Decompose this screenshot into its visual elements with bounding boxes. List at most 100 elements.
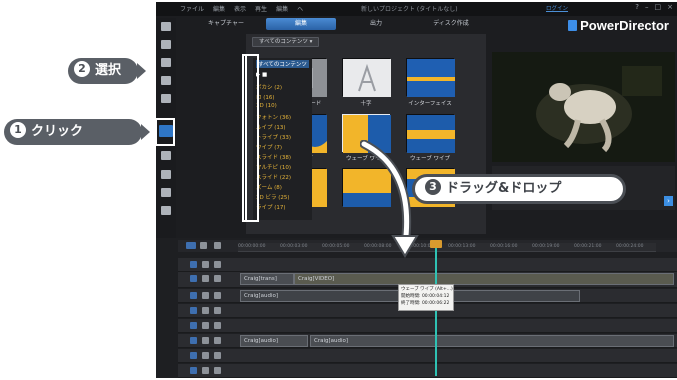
audio-mixing-room-icon[interactable] (161, 151, 171, 160)
tab-edit[interactable]: 編集 (266, 18, 336, 30)
title-room-icon[interactable] (161, 94, 171, 103)
transition-thumb-2[interactable] (342, 58, 391, 97)
menu-bar: ファイル 編集 表示 再生 編集 ヘ (180, 4, 303, 13)
subtitle-room-icon[interactable] (161, 206, 171, 215)
track-icon[interactable] (190, 322, 197, 329)
step-text: クリック (31, 124, 84, 139)
music-track (178, 364, 677, 378)
preview-window (492, 52, 675, 162)
chapter-room-icon[interactable] (161, 188, 171, 197)
category-item-2[interactable]: ボカシ (2) (256, 83, 282, 91)
track-icon[interactable] (190, 307, 197, 314)
tooltip-line: 終了時間: 00:00:06:22 (401, 301, 450, 306)
category-item-10[interactable]: マルチピ (10) (256, 163, 291, 171)
minimize-icon[interactable]: – (645, 3, 649, 11)
interface-transition-icon (407, 59, 455, 97)
audio-clip-3[interactable]: Craig[audio] (310, 335, 674, 347)
track-controls (180, 307, 234, 315)
menu-item-file[interactable]: ファイル (180, 4, 204, 13)
media-room-icon[interactable] (161, 22, 171, 31)
step-text: 選択 (95, 63, 122, 78)
lock-icon[interactable] (202, 322, 209, 329)
track-icon[interactable] (190, 275, 197, 282)
video-clip[interactable]: Craig[trans] (240, 273, 294, 285)
track-controls (180, 352, 234, 360)
category-item-5[interactable]: フォトン (36) (256, 113, 291, 121)
close-icon[interactable]: × (667, 3, 673, 11)
track-icon[interactable] (190, 337, 197, 344)
ruler-tick: 00:00:13:00 (448, 244, 476, 249)
lock-icon[interactable] (202, 307, 209, 314)
help-icon[interactable]: ? (635, 3, 639, 11)
eye-icon[interactable] (214, 337, 221, 344)
eye-icon[interactable] (214, 261, 221, 268)
category-item-6[interactable]: ルイプ (13) (256, 123, 286, 131)
category-item-7[interactable]: トライプ (33) (256, 133, 291, 141)
eye-icon[interactable] (214, 352, 221, 359)
track-controls (180, 292, 234, 300)
track-manager-icon[interactable] (214, 242, 221, 249)
login-link[interactable]: ログイン (546, 4, 568, 12)
category-item-12[interactable]: ズーム (8) (256, 183, 282, 191)
storyboard-view-icon[interactable] (200, 242, 207, 249)
eye-icon[interactable] (214, 322, 221, 329)
category-item-8[interactable]: ワイプ (7) (256, 143, 282, 151)
track-icon[interactable] (190, 292, 197, 299)
effect-room-icon[interactable] (161, 40, 171, 49)
tooltip-line: ウェーブ ワイプ (Alt+...) (401, 287, 453, 292)
video-track-1 (178, 258, 677, 272)
voice-over-room-icon[interactable] (161, 170, 171, 179)
tab-disc[interactable]: ディスク作成 (416, 18, 486, 30)
title-bar: ファイル 編集 表示 再生 編集 ヘ 新しいプロジェクト (タイトルなし) ログ… (156, 2, 677, 16)
timeline-ruler[interactable]: 00:00:00:00 00:00:03:00 00:00:05:00 00:0… (238, 243, 656, 252)
tab-capture[interactable]: キャプチャー (196, 18, 256, 30)
timeline-view-icon[interactable] (186, 242, 196, 249)
category-item-9[interactable]: スライド (38) (256, 153, 291, 161)
tab-produce[interactable]: 出力 (346, 18, 406, 30)
track-icon[interactable] (190, 352, 197, 359)
lock-icon[interactable] (202, 292, 209, 299)
eye-icon[interactable] (214, 275, 221, 282)
eye-icon[interactable] (214, 292, 221, 299)
menu-item-edit[interactable]: 編集 (213, 4, 225, 13)
category-item-13[interactable]: 3D ビラ (25) (256, 193, 290, 201)
maximize-icon[interactable]: □ (655, 3, 662, 11)
category-item-4[interactable]: 3D (10) (256, 103, 277, 109)
menu-item-play[interactable]: 再生 (255, 4, 267, 13)
lock-icon[interactable] (202, 275, 209, 282)
lock-icon[interactable] (202, 367, 209, 374)
lock-icon[interactable] (202, 337, 209, 344)
menu-item-help[interactable]: ヘ (297, 4, 303, 13)
transition-category-list: すべてのコンテンツ ▶ ■ ボカシ (2) ロ (16) 3D (10) フォト… (253, 58, 312, 220)
click-callout: 1 クリック (4, 119, 150, 145)
lock-icon[interactable] (202, 261, 209, 268)
preview-frame-image (492, 52, 675, 162)
transition-thumb-3[interactable] (406, 58, 455, 97)
project-title: 新しいプロジェクト (タイトルなし) (361, 6, 458, 13)
transition-label-3: インターフェイス (408, 101, 452, 107)
category-all[interactable]: すべてのコンテンツ (256, 60, 309, 68)
transition-tooltip: ウェーブ ワイプ (Alt+...) 開始時間: 00:00:04:12 終了時… (398, 284, 454, 311)
menu-item-edit-2[interactable]: 編集 (276, 4, 288, 13)
track-icon[interactable] (190, 261, 197, 268)
expand-arrow-icon[interactable]: › (664, 196, 673, 206)
category-item-11[interactable]: スライド (22) (256, 173, 291, 181)
step-number: 2 (74, 61, 90, 77)
audio-clip-2[interactable]: Craig[audio] (240, 335, 308, 347)
pip-room-icon[interactable] (161, 58, 171, 67)
category-item-14[interactable]: ライプ (17) (256, 203, 286, 211)
eye-icon[interactable] (214, 367, 221, 374)
video-clip-filmstrip[interactable]: Craig[VIDEO] (294, 273, 674, 285)
particle-room-icon[interactable] (161, 76, 171, 85)
window-controls: ? – □ × (635, 3, 673, 11)
content-filter-dropdown[interactable]: すべてのコンテンツ ▾ (252, 37, 320, 47)
mode-tabs: キャプチャー 編集 出力 ディスク作成 PowerDirector (178, 18, 677, 33)
eye-icon[interactable] (214, 307, 221, 314)
cross-transition-icon (343, 59, 391, 97)
lock-icon[interactable] (202, 352, 209, 359)
playhead-handle[interactable] (430, 240, 442, 248)
select-callout: 2 選択 (68, 58, 146, 84)
menu-item-view[interactable]: 表示 (234, 4, 246, 13)
track-icon[interactable] (190, 367, 197, 374)
ruler-tick: 00:00:19:00 (532, 244, 560, 249)
